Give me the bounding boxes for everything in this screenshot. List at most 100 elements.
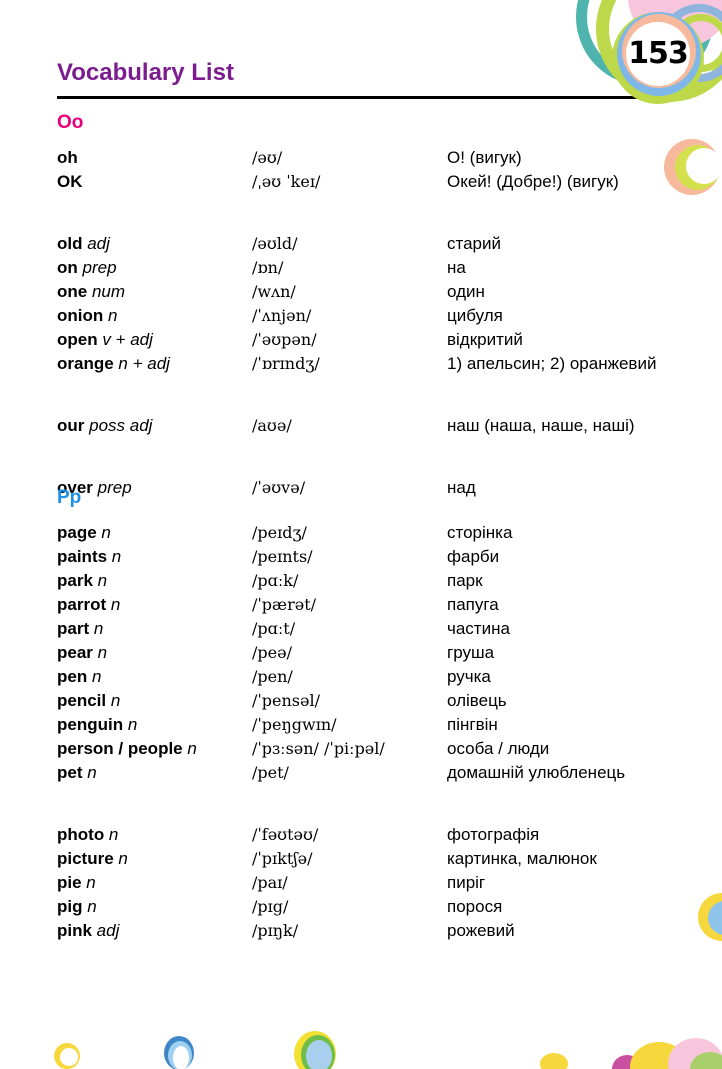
entry-part-of-speech: n bbox=[106, 595, 121, 614]
page-number-badge: 153 bbox=[612, 12, 704, 104]
vocabulary-entry: open v + adj/ˈəʊpən/відкритий bbox=[57, 328, 697, 352]
entry-headword: OK bbox=[57, 172, 83, 191]
entry-headword: pen n bbox=[57, 667, 102, 686]
vocabulary-entry: park n/pɑːk/парк bbox=[57, 569, 697, 593]
entry-headword: old adj bbox=[57, 234, 110, 253]
vocabulary-entry: oh/əʊ/О! (вигук) bbox=[57, 146, 697, 170]
entry-part-of-speech: adj bbox=[82, 234, 110, 253]
entry-phonetic: /ˈfəʊtəʊ/ bbox=[252, 825, 319, 844]
entry-phonetic: /ˈɒrɪndʒ/ bbox=[252, 354, 320, 373]
vocabulary-entry: pet n/pet/домашній улюбленець bbox=[57, 761, 697, 809]
entry-part-of-speech: n bbox=[96, 523, 111, 542]
vocabulary-entry: paints n/peɪnts/фарби bbox=[57, 545, 697, 569]
deco-bottom-big-green bbox=[690, 1052, 722, 1069]
page-title: Vocabulary List bbox=[57, 59, 234, 86]
entry-translation: частина bbox=[447, 619, 510, 638]
vocabulary-entry: penguin n/ˈpeŋgwɪn/пінгвін bbox=[57, 713, 697, 737]
entry-translation: цибуля bbox=[447, 306, 503, 325]
entry-headword: parrot n bbox=[57, 595, 121, 614]
vocabulary-section-pp: Pp page n/peɪdʒ/сторінка paints n/peɪnts/… bbox=[57, 488, 697, 943]
deco-bottom-blue-core bbox=[173, 1046, 189, 1069]
entry-headword: pear n bbox=[57, 643, 108, 662]
entry-phonetic: /ˈəʊpən/ bbox=[252, 330, 317, 349]
deco-edge-blue bbox=[708, 901, 722, 935]
section-letter-oo: Oo bbox=[57, 112, 84, 133]
entry-phonetic: /ˈpɜːsən/ /ˈpiːpəl/ bbox=[252, 739, 385, 758]
entry-translation: олівець bbox=[447, 691, 507, 710]
entry-part-of-speech: n bbox=[92, 643, 108, 662]
entry-headword: pet n bbox=[57, 763, 97, 782]
vocabulary-entry: our poss adj/aʊə/наш (наша, наше, наші) bbox=[57, 414, 697, 462]
deco-bottom-big-yellow bbox=[630, 1042, 688, 1069]
vocabulary-section-oo: Oo oh/əʊ/О! (вигук) OK/ˌəʊ ˈkeɪ/Окей! (До… bbox=[57, 113, 697, 500]
entry-headword: pencil n bbox=[57, 691, 121, 710]
vocabulary-entry: orange n + adj/ˈɒrɪndʒ/1) апельсин; 2) о… bbox=[57, 352, 697, 400]
entry-phonetic: /ɒn/ bbox=[252, 258, 284, 277]
entry-headword: on prep bbox=[57, 258, 117, 277]
vocabulary-entry: pencil n/ˈpensəl/олівець bbox=[57, 689, 697, 713]
entry-headword: picture n bbox=[57, 849, 128, 868]
entry-translation: наш (наша, наше, наші) bbox=[447, 416, 635, 435]
entry-part-of-speech: n bbox=[182, 739, 197, 758]
entry-part-of-speech: n + adj bbox=[113, 354, 170, 373]
entry-headword: paints n bbox=[57, 547, 122, 566]
entry-translation: парк bbox=[447, 571, 483, 590]
entry-part-of-speech: poss adj bbox=[84, 416, 153, 435]
entry-list-oo: oh/əʊ/О! (вигук) OK/ˌəʊ ˈkeɪ/Окей! (Добре… bbox=[57, 146, 697, 500]
entry-part-of-speech: n bbox=[106, 691, 121, 710]
entry-phonetic: /ˈpɪktʃə/ bbox=[252, 849, 313, 868]
entry-translation: ручка bbox=[447, 667, 491, 686]
entry-phonetic: /əʊld/ bbox=[252, 234, 298, 253]
deco-bottom-blue-ring bbox=[164, 1036, 194, 1069]
entry-translation: особа / люди bbox=[447, 739, 550, 758]
entry-translation: папуга bbox=[447, 595, 499, 614]
entry-translation: домашній улюбленець bbox=[447, 763, 626, 782]
section-letter-pp: Pp bbox=[57, 487, 82, 508]
entry-phonetic: /pɪŋk/ bbox=[252, 921, 299, 940]
vocabulary-entry: OK/ˌəʊ ˈkeɪ/Окей! (Добре!) (вигук) bbox=[57, 170, 697, 218]
entry-part-of-speech: n bbox=[107, 547, 122, 566]
entry-list-pp: page n/peɪdʒ/сторінка paints n/peɪnts/фар… bbox=[57, 521, 697, 943]
entry-part-of-speech: adj bbox=[91, 921, 120, 940]
entry-part-of-speech: n bbox=[92, 571, 108, 590]
deco-edge-yellow bbox=[698, 893, 722, 941]
entry-translation: фотографія bbox=[447, 825, 540, 844]
entry-headword: one num bbox=[57, 282, 126, 301]
entry-headword: pink adj bbox=[57, 921, 120, 940]
vocabulary-entry: picture n/ˈpɪktʃə/картинка, малюнок bbox=[57, 847, 697, 871]
deco-bottom-lightblue-core bbox=[306, 1040, 332, 1069]
entry-phonetic: /peɪdʒ/ bbox=[252, 523, 307, 542]
entry-part-of-speech: n bbox=[82, 763, 97, 782]
entry-part-of-speech: n bbox=[104, 825, 119, 844]
entry-translation: груша bbox=[447, 643, 495, 662]
entry-translation: один bbox=[447, 282, 485, 301]
entry-phonetic: /əʊ/ bbox=[252, 148, 283, 167]
entry-translation: сторінка bbox=[447, 523, 513, 542]
entry-phonetic: /pɑːk/ bbox=[252, 571, 299, 590]
entry-part-of-speech: n bbox=[113, 849, 128, 868]
deco-bottom-blue-mid bbox=[168, 1041, 192, 1069]
entry-phonetic: /pen/ bbox=[252, 667, 293, 686]
vocabulary-entry: pear n/peə/груша bbox=[57, 641, 697, 665]
entry-headword: our poss adj bbox=[57, 416, 153, 435]
vocabulary-entry: old adj/əʊld/старий bbox=[57, 232, 697, 256]
vocabulary-entry: on prep/ɒn/на bbox=[57, 256, 697, 280]
vocabulary-entry: photo n/ˈfəʊtəʊ/фотографія bbox=[57, 823, 697, 847]
entry-translation: пиріг bbox=[447, 873, 486, 892]
entry-translation: рожевий bbox=[447, 921, 515, 940]
vocabulary-entry: pig n/pɪg/порося bbox=[57, 895, 697, 919]
vocabulary-entry: pie n/paɪ/пиріг bbox=[57, 871, 697, 895]
entry-translation: на bbox=[447, 258, 466, 277]
vocabulary-entry: person / people n/ˈpɜːsən/ /ˈpiːpəl/особ… bbox=[57, 737, 697, 761]
vocabulary-entry: page n/peɪdʒ/сторінка bbox=[57, 521, 697, 545]
entry-phonetic: /ˈpærət/ bbox=[252, 595, 317, 614]
entry-translation: порося bbox=[447, 897, 503, 916]
deco-bottom-yellow-core bbox=[60, 1048, 78, 1066]
entry-headword: person / people n bbox=[57, 739, 197, 758]
entry-headword: pig n bbox=[57, 897, 97, 916]
entry-headword: orange n + adj bbox=[57, 354, 170, 373]
entry-headword: part n bbox=[57, 619, 104, 638]
vocabulary-entry: onion n/ˈʌnjən/цибуля bbox=[57, 304, 697, 328]
entry-headword: penguin n bbox=[57, 715, 138, 734]
entry-translation: 1) апельсин; 2) оранжевий bbox=[447, 354, 657, 373]
